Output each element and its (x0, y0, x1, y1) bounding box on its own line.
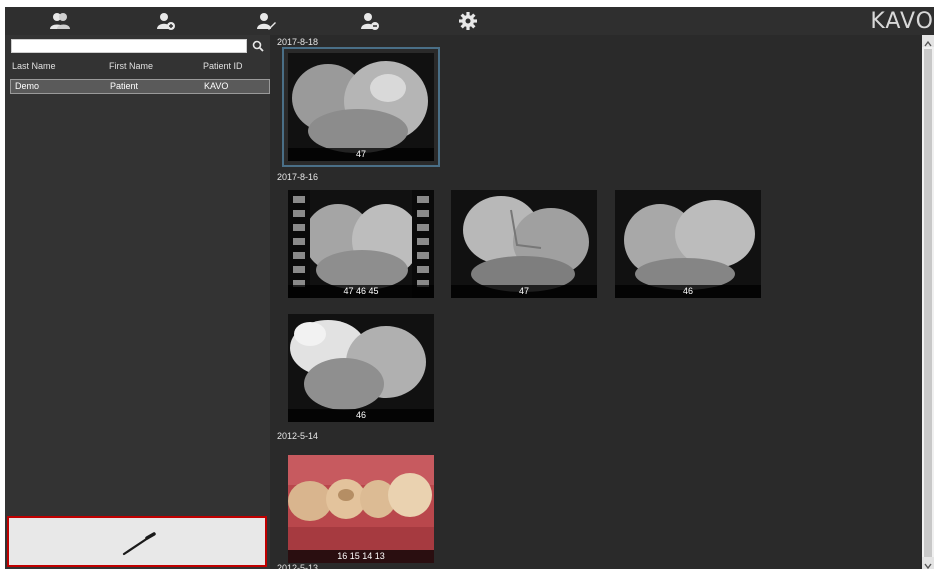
thumbnail-tooth-label: 46 (288, 409, 434, 422)
column-header-first-name[interactable]: First Name (109, 61, 153, 71)
patients-icon[interactable] (49, 11, 71, 31)
patient-id: KAVO (204, 81, 229, 91)
intraoral-camera-button[interactable] (7, 516, 267, 567)
thumbnail-tooth-label: 16 15 14 13 (288, 550, 434, 563)
add-patient-icon[interactable] (155, 11, 177, 31)
thumbnail-tooth-label: 47 46 45 (288, 285, 434, 298)
patient-search-input[interactable] (11, 39, 247, 53)
scroll-down-button[interactable] (922, 557, 934, 569)
settings-icon[interactable] (457, 11, 479, 31)
image-gallery: 2017-8-18 47 2017-8-16 47 46 45 47 46 46… (270, 35, 922, 569)
gallery-scrollbar[interactable] (922, 35, 934, 569)
video-thumbnail[interactable]: 47 46 45 (288, 190, 434, 298)
column-header-patient-id[interactable]: Patient ID (203, 61, 243, 71)
date-group-label: 2017-8-16 (277, 172, 319, 182)
thumbnail-tooth-label: 46 (615, 285, 761, 298)
intraoral-camera-icon (122, 532, 156, 556)
thumbnail-tooth-label: 47 (451, 285, 597, 298)
date-group-label: 2012-5-14 (277, 431, 319, 441)
image-thumbnail[interactable]: 16 15 14 13 (288, 455, 434, 563)
image-thumbnail[interactable]: 46 (615, 190, 761, 298)
remove-patient-icon[interactable] (359, 11, 381, 31)
thumbnail-tooth-label: 47 (288, 148, 434, 161)
patient-first-name: Patient (110, 81, 139, 91)
image-thumbnail[interactable]: 46 (288, 314, 434, 422)
date-group-label: 2012-5-13 (277, 563, 319, 569)
toolbar: KAVO (5, 7, 934, 35)
scroll-up-button[interactable] (922, 35, 934, 47)
chevron-down-icon (924, 563, 932, 569)
edit-patient-icon[interactable] (255, 11, 277, 31)
scroll-thumb[interactable] (924, 49, 932, 559)
date-group-label: 2017-8-18 (277, 37, 319, 47)
image-thumbnail[interactable]: 47 (282, 47, 440, 167)
patient-row[interactable]: Demo Patient KAVO (10, 79, 270, 94)
search-icon[interactable] (251, 38, 265, 52)
kavo-logo: KAVO (870, 9, 934, 34)
patient-last-name: Demo (15, 81, 40, 91)
patient-panel: Last Name First Name Patient ID Demo Pat… (5, 35, 270, 569)
column-header-last-name[interactable]: Last Name (12, 61, 56, 71)
image-thumbnail[interactable]: 47 (451, 190, 597, 298)
app-window: KAVO Last Name First Name Patient ID Dem… (5, 7, 934, 569)
